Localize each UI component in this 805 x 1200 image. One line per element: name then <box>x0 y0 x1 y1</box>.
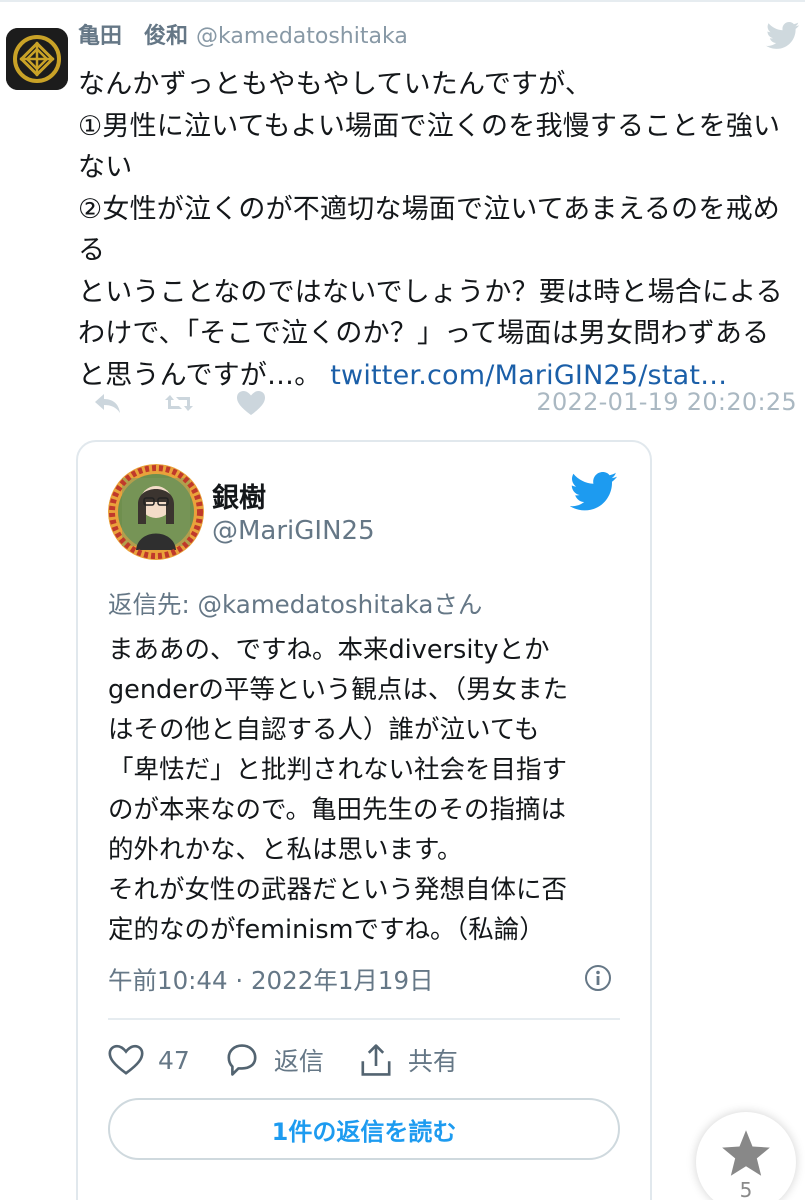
tweet-text-last: と思うんですが…。 <box>78 359 322 391</box>
retweet-icon[interactable] <box>164 389 194 417</box>
card-divider <box>108 1018 620 1020</box>
quoted-text-line: それが女性の武器だという発想自体に否 <box>108 875 568 905</box>
like-count: 47 <box>158 1045 190 1075</box>
heart-icon <box>108 1044 144 1075</box>
tweet-text: なんかずっともやもやしていたんですが、 ①男性に泣いてもよい場面で泣くのを我慢す… <box>78 64 788 396</box>
tweet-text-line: ということなのではないでしょうか？要は時と場合による <box>78 276 783 308</box>
tweet-text-line: る <box>78 235 106 266</box>
twitter-bird-icon[interactable] <box>569 472 618 512</box>
reply-icon[interactable] <box>92 389 122 417</box>
reply-label: 返信 <box>273 1047 324 1076</box>
share-button[interactable]: 共有 <box>358 1042 458 1078</box>
quoted-text-line: genderの平等という観点は、（男女また <box>108 675 569 705</box>
quoted-text-line: 的外れかな、と私は思います。 <box>108 835 463 865</box>
tweet-actions <box>92 388 308 418</box>
tweet-header: 亀田 俊和 @kamedatoshitaka <box>78 22 408 52</box>
tweet-timestamp: 2022-01-19 20:20:25 <box>536 388 797 416</box>
tweet-text-line: なんかずっともやもやしていたんですが、 <box>78 69 593 100</box>
favorite-button[interactable]: 5 <box>696 1112 796 1200</box>
comment-icon <box>227 1044 257 1076</box>
tweet-text-line: ①男性に泣いてもよい場面で泣くのを我慢することを強い <box>78 110 781 142</box>
tweet-text-line: わけで、「そこで泣くのか？」って場面は男女問わずある <box>78 318 770 349</box>
quoted-tweet-meta[interactable]: 午前10:44 · 2022年1月19日 <box>108 962 434 997</box>
top-divider <box>0 0 805 2</box>
twitter-bird-icon[interactable] <box>766 22 800 50</box>
share-icon <box>361 1044 391 1076</box>
tweet-text-line: ない <box>78 152 133 183</box>
quoted-author-avatar[interactable] <box>108 464 204 560</box>
info-icon[interactable] <box>584 964 612 992</box>
tweet-text-line: ②女性が泣くのが不適切な場面で泣いてあまえるのを戒め <box>78 193 780 225</box>
quoted-tweet-text: まああの、ですね。本来diversityとか genderの平等という観点は、（… <box>108 630 628 950</box>
quoted-author-name[interactable]: 銀樹 <box>212 476 266 515</box>
quoted-text-line: 定的なのがfeminismですね。（私論） <box>108 915 545 945</box>
reply-button[interactable]: 返信 <box>224 1042 324 1078</box>
author-name[interactable]: 亀田 俊和 <box>78 24 188 49</box>
share-label: 共有 <box>407 1047 458 1076</box>
author-avatar[interactable] <box>6 28 68 90</box>
favorite-count: 5 <box>739 1178 753 1200</box>
quoted-actions: 47 返信 共有 <box>108 1040 492 1080</box>
quoted-text-line: 「卑怯だ」と批判されない社会を目指す <box>108 755 568 785</box>
reply-to-line: 返信先: @kamedatoshitakaさん <box>108 590 483 619</box>
quoted-tweet-link[interactable]: twitter.com/MariGIN25/stat… <box>330 360 727 391</box>
quoted-text-line: はその他と自認する人）誰が泣いても <box>108 715 540 745</box>
read-replies-button[interactable]: 1件の返信を読む <box>108 1098 620 1160</box>
quoted-author-handle[interactable]: @MariGIN25 <box>212 516 375 546</box>
like-icon[interactable] <box>236 389 266 417</box>
author-handle[interactable]: @kamedatoshitaka <box>196 24 408 49</box>
quoted-text-line: まああの、ですね。本来diversityとか <box>108 635 550 665</box>
star-icon <box>722 1130 770 1176</box>
quoted-tweet-card[interactable]: 銀樹 @MariGIN25 返信先: @kamedatoshitakaさん まあ… <box>76 440 652 1200</box>
like-button[interactable]: 47 <box>108 1044 190 1076</box>
quoted-text-line: のが本来なので。亀田先生のその指摘は <box>108 795 566 825</box>
